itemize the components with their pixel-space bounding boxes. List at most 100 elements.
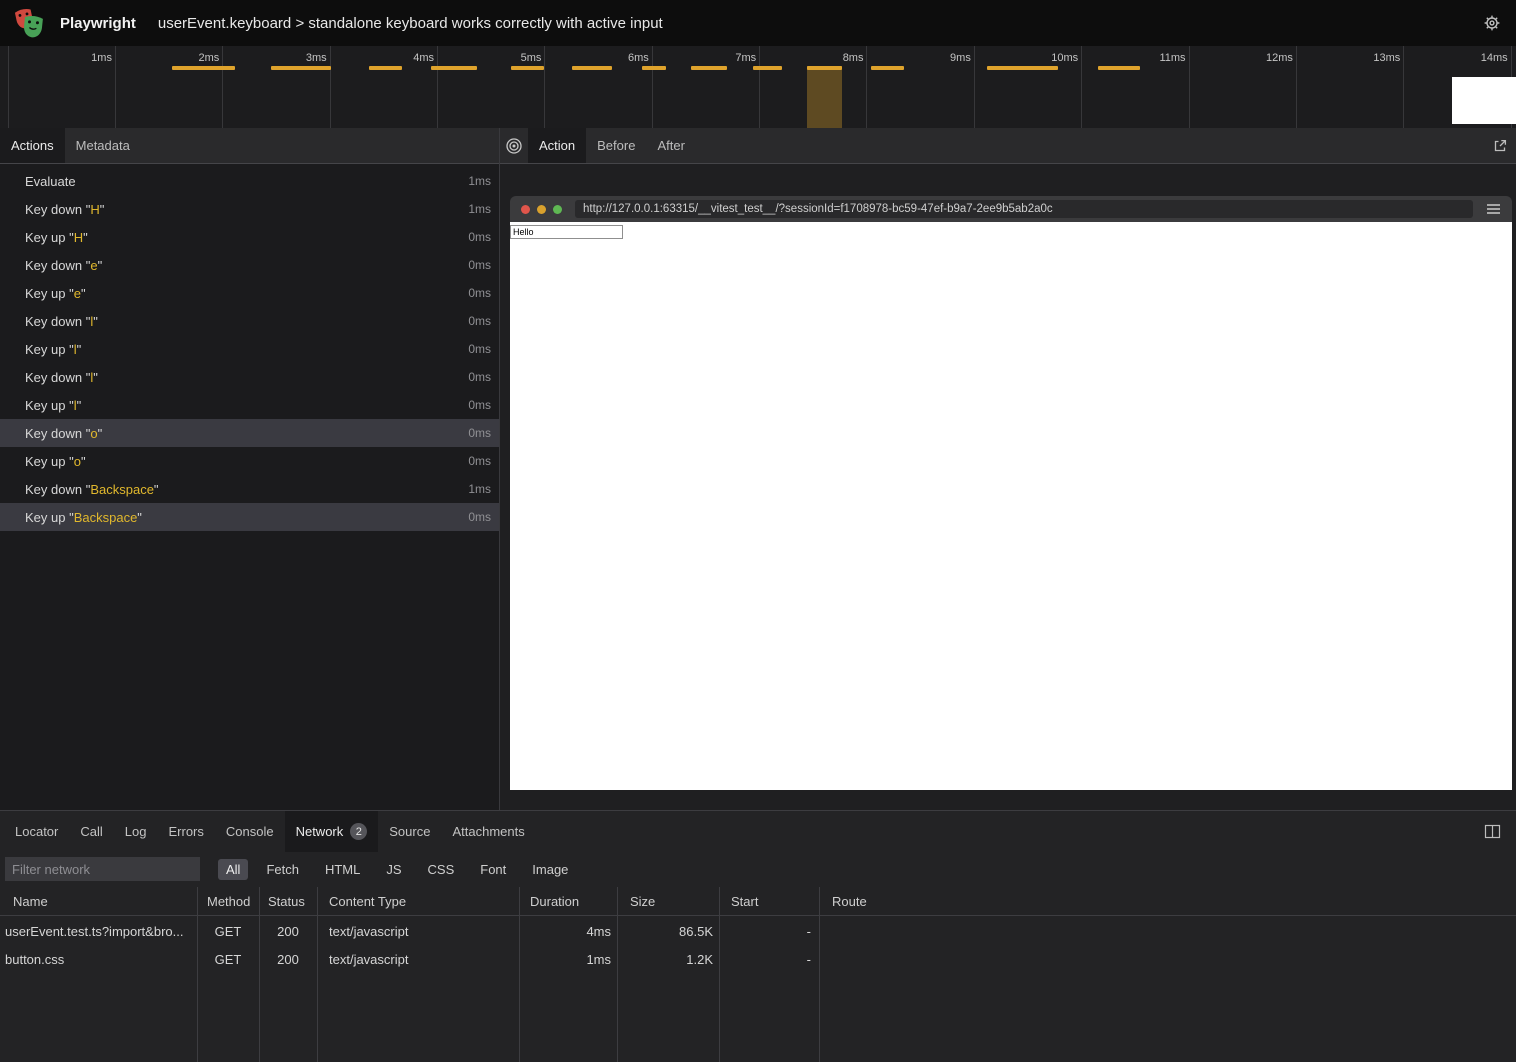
action-list-item[interactable]: Key down "l"0ms <box>0 307 499 335</box>
filter-chip-fetch[interactable]: Fetch <box>258 859 307 880</box>
action-list-item[interactable]: Key down "Backspace"1ms <box>0 475 499 503</box>
timeline-action-bar[interactable] <box>871 66 904 70</box>
action-list-item[interactable]: Key up "l"0ms <box>0 391 499 419</box>
cell-method: GET <box>197 952 259 967</box>
timeline-action-bar[interactable] <box>572 66 612 70</box>
traffic-light-close-icon <box>521 205 530 214</box>
tab-actions[interactable]: Actions <box>0 128 65 163</box>
column-header-content_type[interactable]: Content Type <box>317 894 519 909</box>
column-header-size[interactable]: Size <box>617 894 719 909</box>
action-list-item[interactable]: Key up "l"0ms <box>0 335 499 363</box>
column-header-duration[interactable]: Duration <box>519 894 617 909</box>
network-request-row[interactable]: button.cssGET200text/javascript1ms1.2K- <box>0 945 1516 973</box>
filter-chip-html[interactable]: HTML <box>317 859 368 880</box>
action-duration: 0ms <box>468 398 491 412</box>
column-header-route[interactable]: Route <box>819 894 1516 909</box>
action-duration: 0ms <box>468 454 491 468</box>
timeline-action-bar[interactable] <box>691 66 726 70</box>
snapshot-tabs: ActionBeforeAfter <box>528 128 696 163</box>
panel-layout-button[interactable] <box>1480 819 1504 843</box>
tab-attachments[interactable]: Attachments <box>441 811 535 852</box>
column-header-status[interactable]: Status <box>259 894 317 909</box>
timeline-action-bar[interactable] <box>807 66 841 70</box>
timeline-action-bar[interactable] <box>511 66 544 70</box>
details-tab-label: Locator <box>15 824 58 839</box>
film-strip-frame[interactable] <box>1452 77 1516 124</box>
filter-chip-css[interactable]: CSS <box>420 859 463 880</box>
action-title-quote: " <box>154 482 159 497</box>
action-duration: 0ms <box>468 286 491 300</box>
timeline-action-bar[interactable] <box>642 66 666 70</box>
timeline-action-bar[interactable] <box>271 66 331 70</box>
timeline-selected-range[interactable] <box>807 66 841 128</box>
timeline-gridline <box>1403 46 1404 128</box>
action-list-item[interactable]: Key down "l"0ms <box>0 363 499 391</box>
cell-method: GET <box>197 924 259 939</box>
action-title: Evaluate <box>25 174 76 189</box>
popout-icon <box>1492 138 1508 154</box>
column-header-method[interactable]: Method <box>197 894 259 909</box>
filter-chip-font[interactable]: Font <box>472 859 514 880</box>
action-duration: 0ms <box>468 258 491 272</box>
filter-chip-image[interactable]: Image <box>524 859 576 880</box>
column-header-start[interactable]: Start <box>719 894 819 909</box>
pick-locator-icon <box>505 137 523 155</box>
action-list-item[interactable]: Key up "H"0ms <box>0 223 499 251</box>
main-split: ActionsMetadata Evaluate1msKey down "H"1… <box>0 128 1516 810</box>
timeline-action-bar[interactable] <box>172 66 235 70</box>
action-key-value: o <box>90 426 97 441</box>
action-list-item[interactable]: Key down "H"1ms <box>0 195 499 223</box>
open-snapshot-button[interactable] <box>1486 128 1514 163</box>
network-filter-input[interactable] <box>5 857 200 881</box>
action-duration: 0ms <box>468 314 491 328</box>
timeline-action-bar[interactable] <box>753 66 782 70</box>
tab-source[interactable]: Source <box>378 811 441 852</box>
action-list-item[interactable]: Key up "o"0ms <box>0 447 499 475</box>
timeline-gridline <box>115 46 116 128</box>
timeline-action-bar[interactable] <box>431 66 477 70</box>
tab-log[interactable]: Log <box>114 811 158 852</box>
action-title-quote: " <box>93 314 98 329</box>
action-key-value: H <box>74 230 83 245</box>
pick-locator-button[interactable] <box>500 128 528 163</box>
action-key-value: Backspace <box>74 510 138 525</box>
action-list-item[interactable]: Key down "e"0ms <box>0 251 499 279</box>
tab-locator[interactable]: Locator <box>4 811 69 852</box>
action-list-item[interactable]: Key down "o"0ms <box>0 419 499 447</box>
timeline[interactable]: 1ms2ms3ms4ms5ms6ms7ms8ms9ms10ms11ms12ms1… <box>0 46 1516 128</box>
filter-chip-all[interactable]: All <box>218 859 248 880</box>
browser-menu-icon[interactable] <box>1487 204 1500 214</box>
action-list-item[interactable]: Key up "e"0ms <box>0 279 499 307</box>
url-bar: http://127.0.0.1:63315/__vitest_test__/?… <box>575 200 1473 218</box>
timeline-action-bar[interactable] <box>369 66 401 70</box>
tab-network[interactable]: Network2 <box>285 811 379 852</box>
settings-button[interactable] <box>1480 11 1504 35</box>
tab-metadata[interactable]: Metadata <box>65 128 141 163</box>
toolbar-spacer <box>696 128 1486 163</box>
tab-console[interactable]: Console <box>215 811 285 852</box>
tab-after[interactable]: After <box>646 128 695 163</box>
tab-action[interactable]: Action <box>528 128 586 163</box>
action-title: Key up " <box>25 342 74 357</box>
timeline-action-bar[interactable] <box>987 66 1058 70</box>
app-header: Playwright userEvent.keyboard > standalo… <box>0 0 1516 46</box>
panel-layout-icon <box>1484 824 1501 839</box>
timeline-tick-label: 5ms <box>471 52 541 64</box>
network-filter-row: All Fetch HTML JS CSS Font Image <box>0 852 1516 886</box>
network-request-row[interactable]: userEvent.test.ts?import&bro...GET200tex… <box>0 917 1516 945</box>
filter-chip-js[interactable]: JS <box>378 859 409 880</box>
timeline-gridline <box>866 46 867 128</box>
page-text-input[interactable] <box>510 225 623 239</box>
tab-errors[interactable]: Errors <box>157 811 214 852</box>
tab-call[interactable]: Call <box>69 811 113 852</box>
action-title: Key up " <box>25 230 74 245</box>
action-duration: 0ms <box>468 510 491 524</box>
details-panel: Locator CallLogErrorsConsoleNetwork2Sourc… <box>0 810 1516 1062</box>
column-header-name[interactable]: Name <box>0 894 197 909</box>
timeline-action-bar[interactable] <box>1098 66 1140 70</box>
action-list-item[interactable]: Key up "Backspace"0ms <box>0 503 499 531</box>
tab-before[interactable]: Before <box>586 128 646 163</box>
action-list-item[interactable]: Evaluate1ms <box>0 167 499 195</box>
network-type-filters: All Fetch HTML JS CSS Font Image <box>218 859 576 880</box>
actions-panel-tabs: ActionsMetadata <box>0 128 499 164</box>
